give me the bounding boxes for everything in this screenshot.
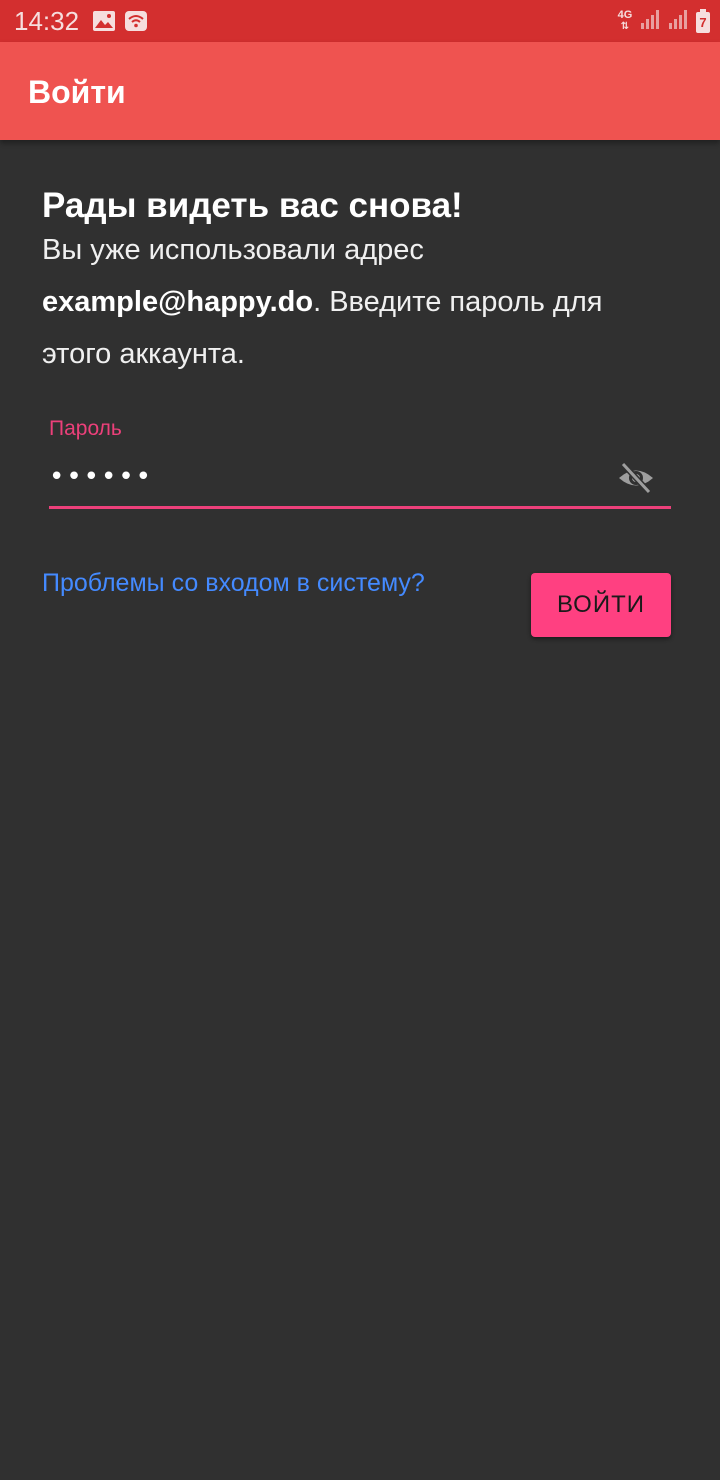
- signin-button[interactable]: ВОЙТИ: [531, 573, 671, 637]
- trouble-signing-in-link[interactable]: Проблемы со входом в систему?: [42, 566, 425, 600]
- password-label: Пароль: [49, 417, 122, 440]
- status-time: 14:32: [14, 6, 80, 36]
- welcome-title: Рады видеть вас снова!: [42, 186, 463, 225]
- app-bar: Войти: [0, 42, 720, 140]
- account-email: example@happy.do: [42, 286, 314, 318]
- page-title: Войти: [28, 74, 126, 110]
- password-field[interactable]: [49, 454, 609, 500]
- signal-icon: [640, 8, 662, 35]
- password-underline: [49, 506, 671, 509]
- wifi-icon: [124, 10, 148, 32]
- status-bar: 14:32 4G ⇅ 7: [0, 0, 720, 42]
- signal-icon: [668, 8, 690, 35]
- network-type: 4G ⇅: [617, 9, 633, 33]
- image-icon: [92, 10, 116, 32]
- welcome-message: Вы уже использовали адрес example@happy.d…: [42, 224, 642, 380]
- visibility-off-icon[interactable]: [614, 458, 658, 498]
- message-prefix: Вы уже использовали адрес: [42, 234, 424, 266]
- status-indicators: 4G ⇅ 7: [616, 8, 710, 34]
- battery-level: 7: [699, 15, 707, 30]
- data-arrows-icon: ⇅: [620, 21, 630, 32]
- battery-icon: 7: [696, 9, 710, 33]
